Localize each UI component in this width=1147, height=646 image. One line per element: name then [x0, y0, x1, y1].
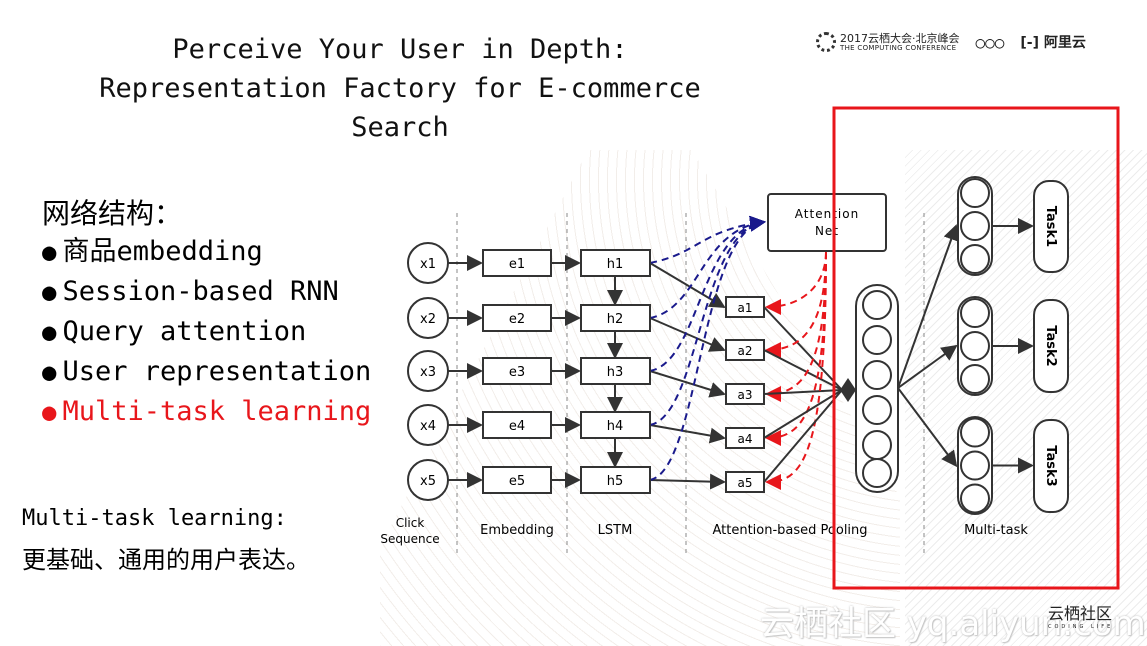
embedding-label: e4 [509, 419, 525, 434]
attention-label: a5 [738, 476, 753, 490]
task-label: Task1 [1043, 206, 1058, 247]
query-arrow [649, 215, 766, 264]
input-label: x1 [420, 257, 436, 272]
attention-label: a1 [738, 301, 753, 315]
arrow [649, 473, 726, 490]
attention-net-label: Attention [795, 207, 859, 221]
task-unit [960, 178, 990, 208]
task-label: Task3 [1043, 445, 1058, 486]
arrow [649, 317, 726, 352]
section-label: Sequence [380, 532, 439, 546]
vector-unit [862, 290, 892, 320]
attention-weight-arrow [765, 251, 827, 402]
attention-net-box [767, 193, 887, 252]
network-diagram: x1 e1 h1 a1 x2 e2 h2 a2 x3 e3 h3 a3 x4 e4 h4 a4 x5 e5 h5 a5… [380, 106, 1120, 590]
lstm-label: h4 [607, 419, 624, 434]
brand-logo: 云栖社区 CODING LIFE [1048, 604, 1114, 630]
attention-label: a4 [738, 432, 753, 446]
section-label: Multi-task [964, 523, 1028, 538]
vector-unit [862, 395, 892, 425]
task-unit [960, 483, 990, 514]
arrow [897, 344, 958, 389]
vector-unit [862, 458, 892, 488]
lstm-label: h3 [607, 365, 624, 380]
input-label: x3 [420, 365, 436, 380]
embedding-label: e3 [509, 365, 525, 380]
task-unit [960, 450, 990, 481]
task-unit [960, 211, 990, 241]
arrow [763, 349, 843, 391]
task-unit [960, 364, 990, 394]
task-unit [960, 417, 990, 448]
arrow [897, 224, 959, 389]
lstm-label: h2 [607, 312, 624, 327]
attention-weight-arrow [765, 251, 827, 315]
arrow [763, 389, 843, 439]
embedding-label: e5 [509, 474, 525, 489]
embedding-label: e2 [509, 312, 525, 327]
section-label: Attention-based Pooling [712, 523, 867, 538]
attention-label: a2 [738, 344, 753, 358]
task-label: Task2 [1043, 325, 1058, 366]
arrow [897, 387, 958, 468]
arrow [763, 389, 843, 483]
lstm-label: h5 [607, 474, 624, 489]
task-unit [960, 331, 990, 361]
lstm-label: h1 [607, 257, 624, 272]
input-label: x5 [420, 474, 436, 489]
section-label: Embedding [480, 523, 554, 538]
input-label: x2 [420, 312, 436, 327]
arrow [649, 424, 726, 444]
task-unit [960, 244, 990, 274]
vector-unit [862, 325, 892, 355]
section-label: LSTM [598, 523, 633, 538]
arrow [649, 370, 726, 398]
vector-unit [862, 360, 892, 390]
arrow [763, 389, 843, 395]
section-label: Click [396, 516, 425, 530]
task-unit [960, 298, 990, 328]
embedding-label: e1 [509, 257, 525, 272]
pooling-operator [840, 378, 856, 402]
vector-unit [862, 430, 892, 460]
attention-label: a3 [738, 388, 753, 402]
input-label: x4 [420, 419, 436, 434]
